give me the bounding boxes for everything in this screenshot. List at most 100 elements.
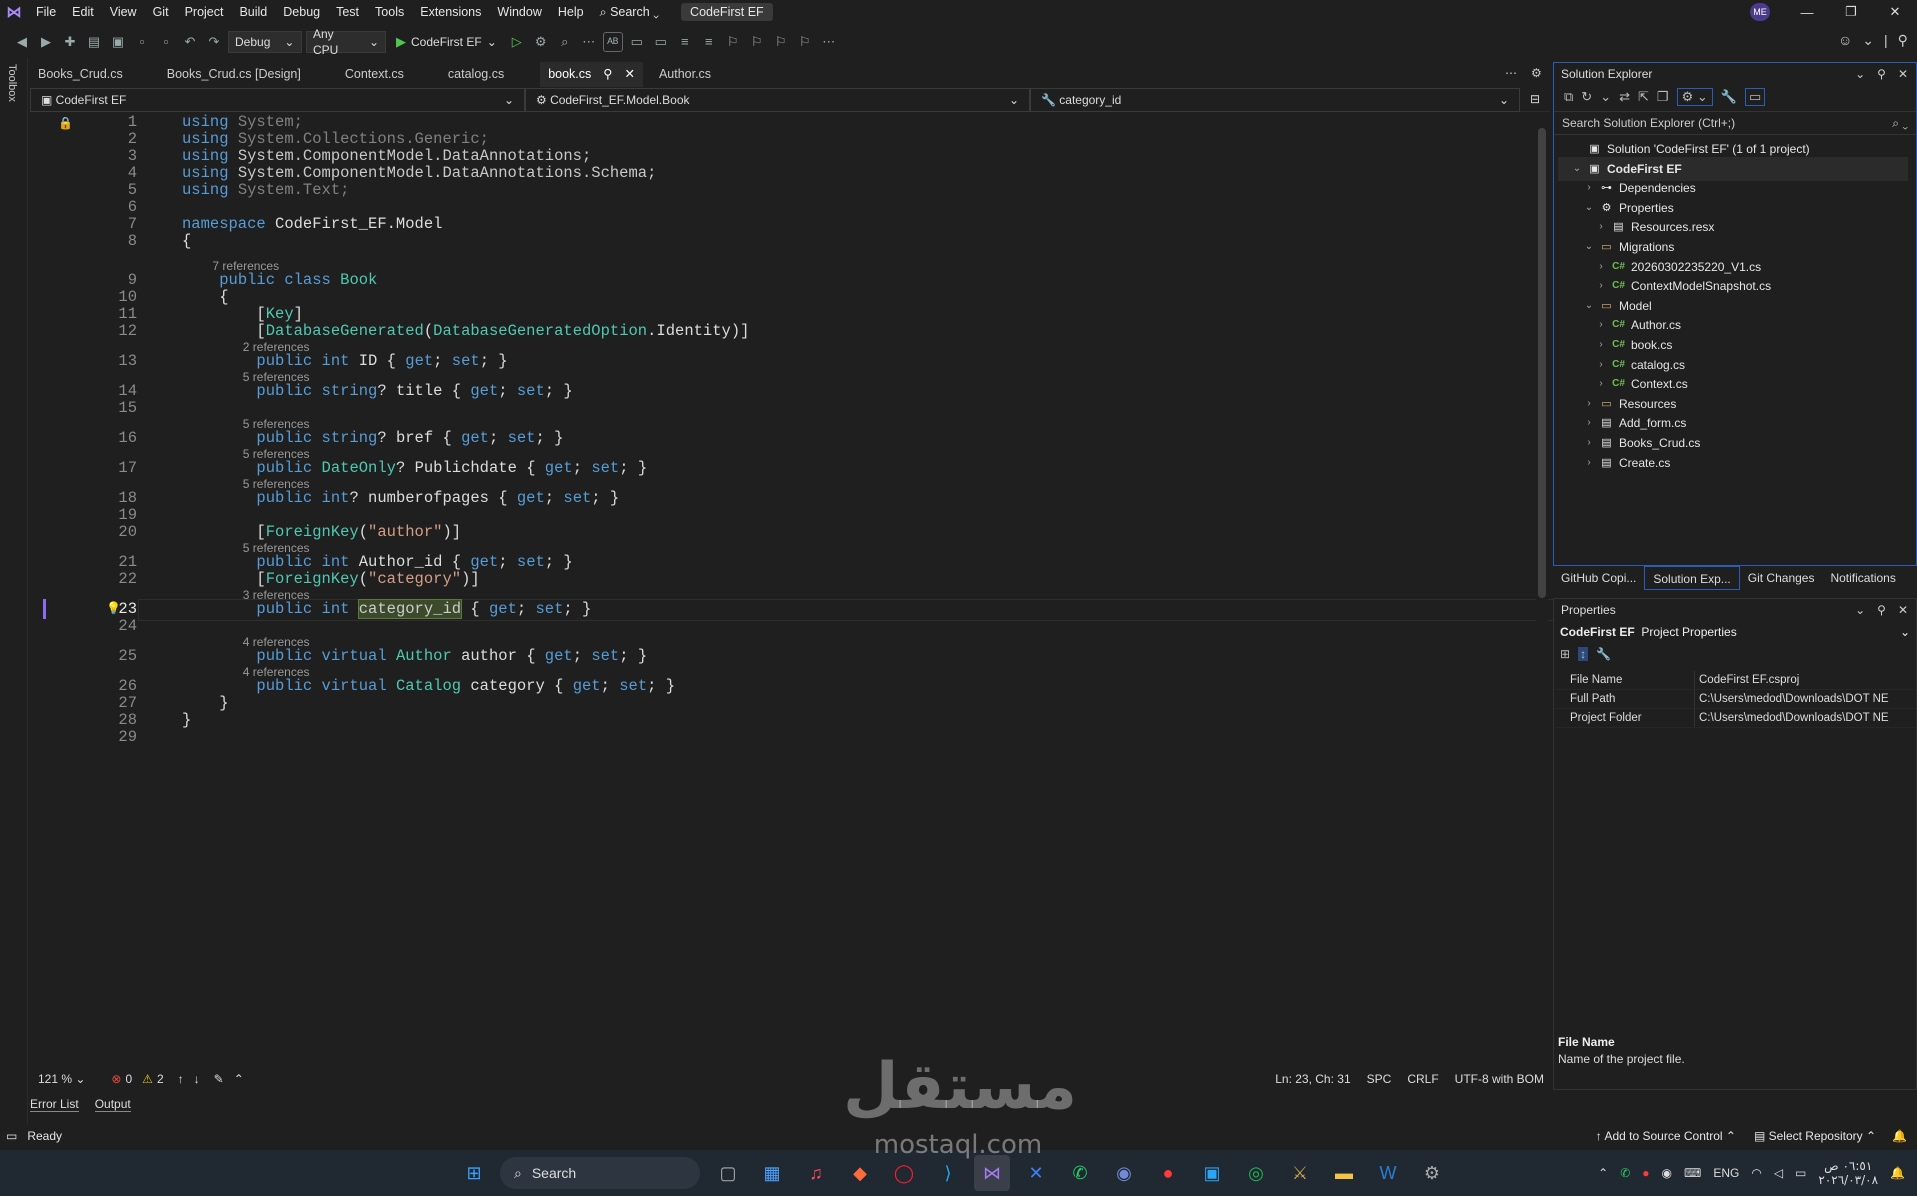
opera-icon[interactable]: ◯	[886, 1155, 922, 1191]
cleanup-icon[interactable]: ✎	[214, 1072, 224, 1086]
pending-changes-icon[interactable]: ⇄	[1619, 89, 1630, 105]
tray-discord-icon[interactable]: ◉	[1662, 1166, 1672, 1180]
language-indicator[interactable]: ENG	[1713, 1166, 1739, 1180]
start-without-debugging-icon[interactable]: ▷	[507, 32, 527, 52]
menu-extensions[interactable]: Extensions	[412, 0, 489, 24]
arrow-up-icon[interactable]: ↑	[178, 1072, 184, 1086]
collapse-all-icon[interactable]: ⇱	[1638, 89, 1649, 105]
filter-icon[interactable]: ⚙ ⌄	[1676, 88, 1713, 106]
code-line[interactable]: 22 [ForeignKey("category")]	[30, 569, 1530, 589]
error-icon[interactable]: ⊗	[111, 1072, 121, 1086]
toolbar-overflow-icon-2[interactable]: ⋯	[819, 32, 839, 52]
configuration-dropdown[interactable]: Debug ⌄	[228, 31, 302, 53]
tray-whatsapp-icon[interactable]: ✆	[1620, 1166, 1630, 1180]
expand-chevron-icon[interactable]: ⌄	[1584, 235, 1594, 259]
warning-icon[interactable]: ⚠	[142, 1072, 153, 1086]
type-dropdown[interactable]: ⚙ CodeFirst_EF.Model.Book ⌄	[525, 88, 1030, 112]
alphabetical-icon[interactable]: ↕	[1578, 647, 1589, 661]
open-file-icon[interactable]: ▤	[84, 32, 104, 52]
indent-icon[interactable]: ≡	[699, 32, 719, 52]
code-line[interactable]: 24	[30, 616, 1530, 636]
new-project-icon[interactable]: ✚	[60, 32, 80, 52]
property-row[interactable]: Full Path C:\Users\medod\Downloads\DOT NE	[1554, 690, 1916, 709]
save-icon[interactable]: ▫	[132, 32, 152, 52]
close-icon[interactable]: ✕	[1873, 4, 1917, 20]
code-line[interactable]: 13 public int ID { get; set; }	[30, 351, 1530, 371]
clock[interactable]: ٠٦:٥١ ص ٢٠٢٦/٠٣/٠٨	[1818, 1159, 1878, 1187]
toolbar-overflow-icon[interactable]: ⋯	[579, 32, 599, 52]
open-folder-icon[interactable]: ▣	[108, 32, 128, 52]
redo-icon[interactable]: ↷	[204, 32, 224, 52]
save-all-icon[interactable]: ▫	[156, 32, 176, 52]
tab-context-cs[interactable]: Context.cs	[337, 62, 412, 87]
uncomment-icon[interactable]: ▭	[651, 32, 671, 52]
categorized-icon[interactable]: ⊞	[1560, 647, 1570, 661]
tab-settings-icon[interactable]: ⚙	[1531, 66, 1542, 80]
file-explorer-icon[interactable]: ▬	[1326, 1155, 1362, 1191]
tab-catalog-cs[interactable]: catalog.cs	[440, 62, 512, 87]
whitespace-indicator[interactable]: SPC	[1367, 1072, 1392, 1086]
status-output-icon[interactable]: ▭	[6, 1129, 17, 1143]
task-view-icon[interactable]: ▢	[710, 1155, 746, 1191]
tab-author-cs[interactable]: Author.cs	[651, 62, 719, 87]
menu-edit[interactable]: Edit	[64, 0, 102, 24]
property-value[interactable]: C:\Users\medod\Downloads\DOT NE	[1694, 690, 1916, 708]
battery-icon[interactable]: ▭	[1795, 1166, 1806, 1180]
copilot-icon[interactable]: ☺	[1838, 32, 1852, 49]
menu-search[interactable]: ⌕ Search ⌄	[592, 0, 667, 24]
panel-tab-2[interactable]: Git Changes	[1740, 566, 1823, 590]
spell-check-icon[interactable]: ᴬᴮ	[602, 32, 623, 52]
source-control-button[interactable]: ↑ Add to Source Control ⌃	[1596, 1129, 1736, 1143]
photos-icon[interactable]: ▣	[1194, 1155, 1230, 1191]
chevron-up-icon[interactable]: ⌃	[234, 1072, 244, 1086]
menu-window[interactable]: Window	[489, 0, 549, 24]
tab-books-crud-cs-design[interactable]: Books_Crud.cs [Design]	[159, 62, 309, 87]
property-row[interactable]: Project Folder C:\Users\medod\Downloads\D…	[1554, 709, 1916, 728]
wifi-icon[interactable]: ◠	[1751, 1166, 1761, 1180]
toolbox-tab[interactable]: Toolbox	[6, 64, 18, 102]
pin-tab-icon[interactable]: ⚲	[603, 62, 612, 87]
select-repository-button[interactable]: ▤ Select Repository ⌃	[1754, 1129, 1876, 1143]
properties-object-selector[interactable]: CodeFirst EF Project Properties ⌄	[1554, 621, 1916, 643]
word-icon[interactable]: W	[1370, 1155, 1406, 1191]
undo-icon[interactable]: ↶	[180, 32, 200, 52]
outdent-icon[interactable]: ≡	[675, 32, 695, 52]
account-avatar[interactable]: ME	[1750, 3, 1770, 21]
keyboard-icon[interactable]: ⌨	[1684, 1166, 1701, 1180]
vscode-icon[interactable]: ⟩	[930, 1155, 966, 1191]
expand-chevron-icon[interactable]: ⌄	[1584, 294, 1594, 318]
cursor-position[interactable]: Ln: 23, Ch: 31	[1275, 1072, 1350, 1086]
panel-tab-0[interactable]: GitHub Copi...	[1553, 566, 1644, 590]
menu-help[interactable]: Help	[550, 0, 592, 24]
pin-icon[interactable]: ⚲	[1877, 599, 1886, 621]
property-pages-icon[interactable]: 🔧	[1596, 647, 1611, 661]
start-debugging-button[interactable]: ▶ CodeFirst EF ⌄	[390, 34, 503, 50]
whatsapp-icon[interactable]: ✆	[1062, 1155, 1098, 1191]
search-icon[interactable]: ⌕ ⌄	[1892, 112, 1916, 134]
close-icon[interactable]: ✕	[1898, 63, 1908, 85]
tab-books-crud-cs[interactable]: Books_Crud.cs	[30, 62, 131, 87]
property-value[interactable]: CodeFirst EF.csproj	[1694, 671, 1916, 689]
code-line[interactable]: 8{	[30, 231, 1530, 251]
next-bookmark-icon[interactable]: ⚐	[771, 32, 791, 52]
pin-icon[interactable]: ⚲	[1877, 63, 1886, 85]
chevron-down-icon[interactable]: ⌄	[1600, 89, 1611, 105]
sync-icon[interactable]: ↻	[1581, 89, 1592, 105]
tray-chevron-icon[interactable]: ⌃	[1598, 1166, 1608, 1180]
menu-build[interactable]: Build	[231, 0, 275, 24]
show-all-files-icon[interactable]: ❐	[1657, 89, 1669, 105]
visual-studio-icon[interactable]: ⋈	[974, 1155, 1010, 1191]
code-line[interactable]: 25 public virtual Author author { get; s…	[30, 646, 1530, 666]
feedback-icon[interactable]: ⚲	[1898, 32, 1908, 49]
forward-icon[interactable]: ▶	[36, 32, 56, 52]
tab-overflow-icon[interactable]: ⋯	[1505, 66, 1517, 80]
preview-icon[interactable]: ▭	[1744, 88, 1766, 106]
expand-chevron-icon[interactable]: ⌄	[1584, 196, 1594, 220]
app-icon[interactable]: ●	[1150, 1155, 1186, 1191]
property-row[interactable]: File Name CodeFirst EF.csproj	[1554, 671, 1916, 690]
panel-tab-1[interactable]: Solution Exp...	[1644, 566, 1740, 590]
panel-tab-3[interactable]: Notifications	[1822, 566, 1903, 590]
notification-center-icon[interactable]: 🔔	[1890, 1166, 1905, 1180]
collapse-chevron-icon[interactable]: ›	[1584, 451, 1594, 475]
code-line[interactable]: 12 [DatabaseGenerated(DatabaseGeneratedO…	[30, 321, 1530, 341]
